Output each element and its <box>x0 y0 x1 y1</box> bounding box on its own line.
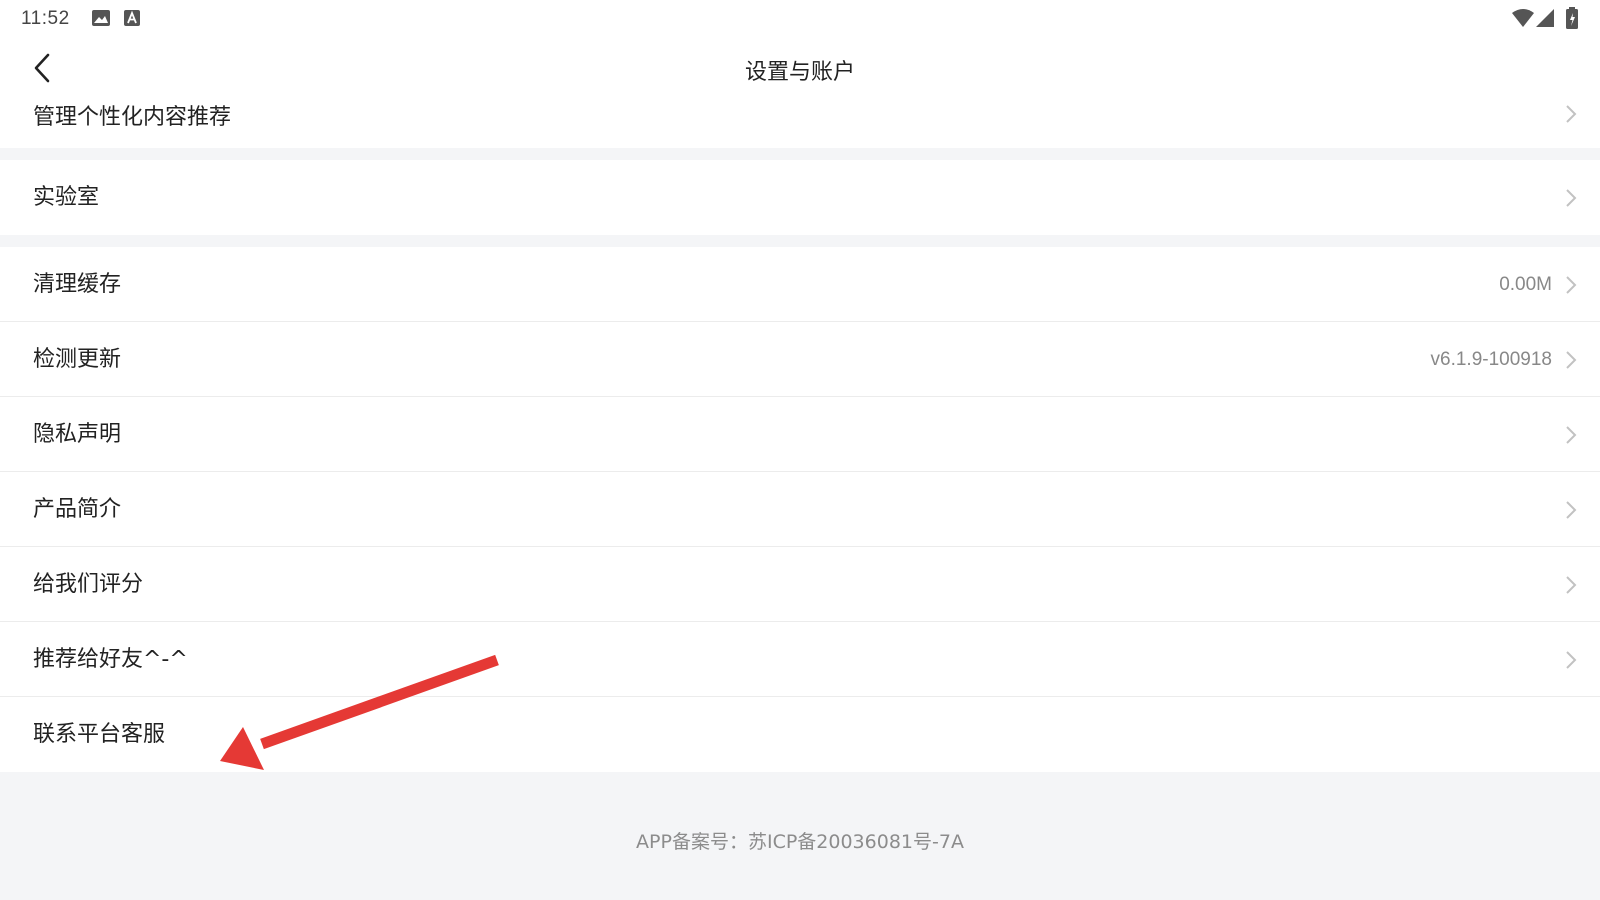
version-value: v6.1.9-100918 <box>1430 349 1553 370</box>
section-gap <box>0 235 1600 247</box>
settings-item-personalized-recommendations[interactable]: 管理个性化内容推荐 <box>0 100 1600 148</box>
battery-icon <box>1566 7 1578 29</box>
settings-item-check-update[interactable]: 检测更新 v6.1.9-100918 <box>0 322 1600 397</box>
status-bar: 11:52 <box>0 0 1600 38</box>
settings-list: 管理个性化内容推荐 实验室 清理缓存 0.00M 检测更新 v6.1.9-100… <box>0 100 1600 772</box>
text-a-icon <box>124 10 140 26</box>
icp-record-text: APP备案号：苏ICP备20036081号-7A <box>636 831 964 853</box>
chevron-right-icon <box>1566 351 1577 369</box>
chevron-right-icon <box>1566 105 1577 123</box>
settings-item-clear-cache[interactable]: 清理缓存 0.00M <box>0 247 1600 322</box>
chevron-right-icon <box>1566 501 1577 519</box>
settings-item-lab[interactable]: 实验室 <box>0 160 1600 235</box>
settings-item-label: 管理个性化内容推荐 <box>33 105 232 130</box>
image-icon <box>92 10 110 26</box>
settings-item-label: 隐私声明 <box>33 422 122 447</box>
settings-item-contact-support[interactable]: 联系平台客服 <box>0 697 1600 772</box>
cache-size-value: 0.00M <box>1499 274 1552 295</box>
settings-item-privacy-statement[interactable]: 隐私声明 <box>0 397 1600 472</box>
status-time: 11:52 <box>21 8 70 29</box>
chevron-right-icon <box>1566 576 1577 594</box>
wifi-icon <box>1512 9 1534 27</box>
chevron-right-icon <box>1566 189 1577 207</box>
header: 设置与账户 <box>0 38 1600 101</box>
chevron-right-icon <box>1566 651 1577 669</box>
chevron-right-icon <box>1566 426 1577 444</box>
page-title: 设置与账户 <box>744 60 855 85</box>
signal-icon <box>1536 9 1554 27</box>
settings-item-rate-us[interactable]: 给我们评分 <box>0 547 1600 622</box>
settings-item-label: 推荐给好友^-^ <box>33 647 188 672</box>
settings-item-label: 产品简介 <box>33 497 122 522</box>
settings-item-label: 检测更新 <box>33 347 122 372</box>
settings-item-label: 给我们评分 <box>33 572 144 597</box>
settings-item-product-intro[interactable]: 产品简介 <box>0 472 1600 547</box>
settings-item-label: 清理缓存 <box>33 272 122 297</box>
settings-item-recommend-to-friends[interactable]: 推荐给好友^-^ <box>0 622 1600 697</box>
section-gap <box>0 148 1600 160</box>
chevron-right-icon <box>1566 276 1577 294</box>
settings-item-label: 联系平台客服 <box>33 722 166 747</box>
settings-item-label: 实验室 <box>33 185 100 210</box>
